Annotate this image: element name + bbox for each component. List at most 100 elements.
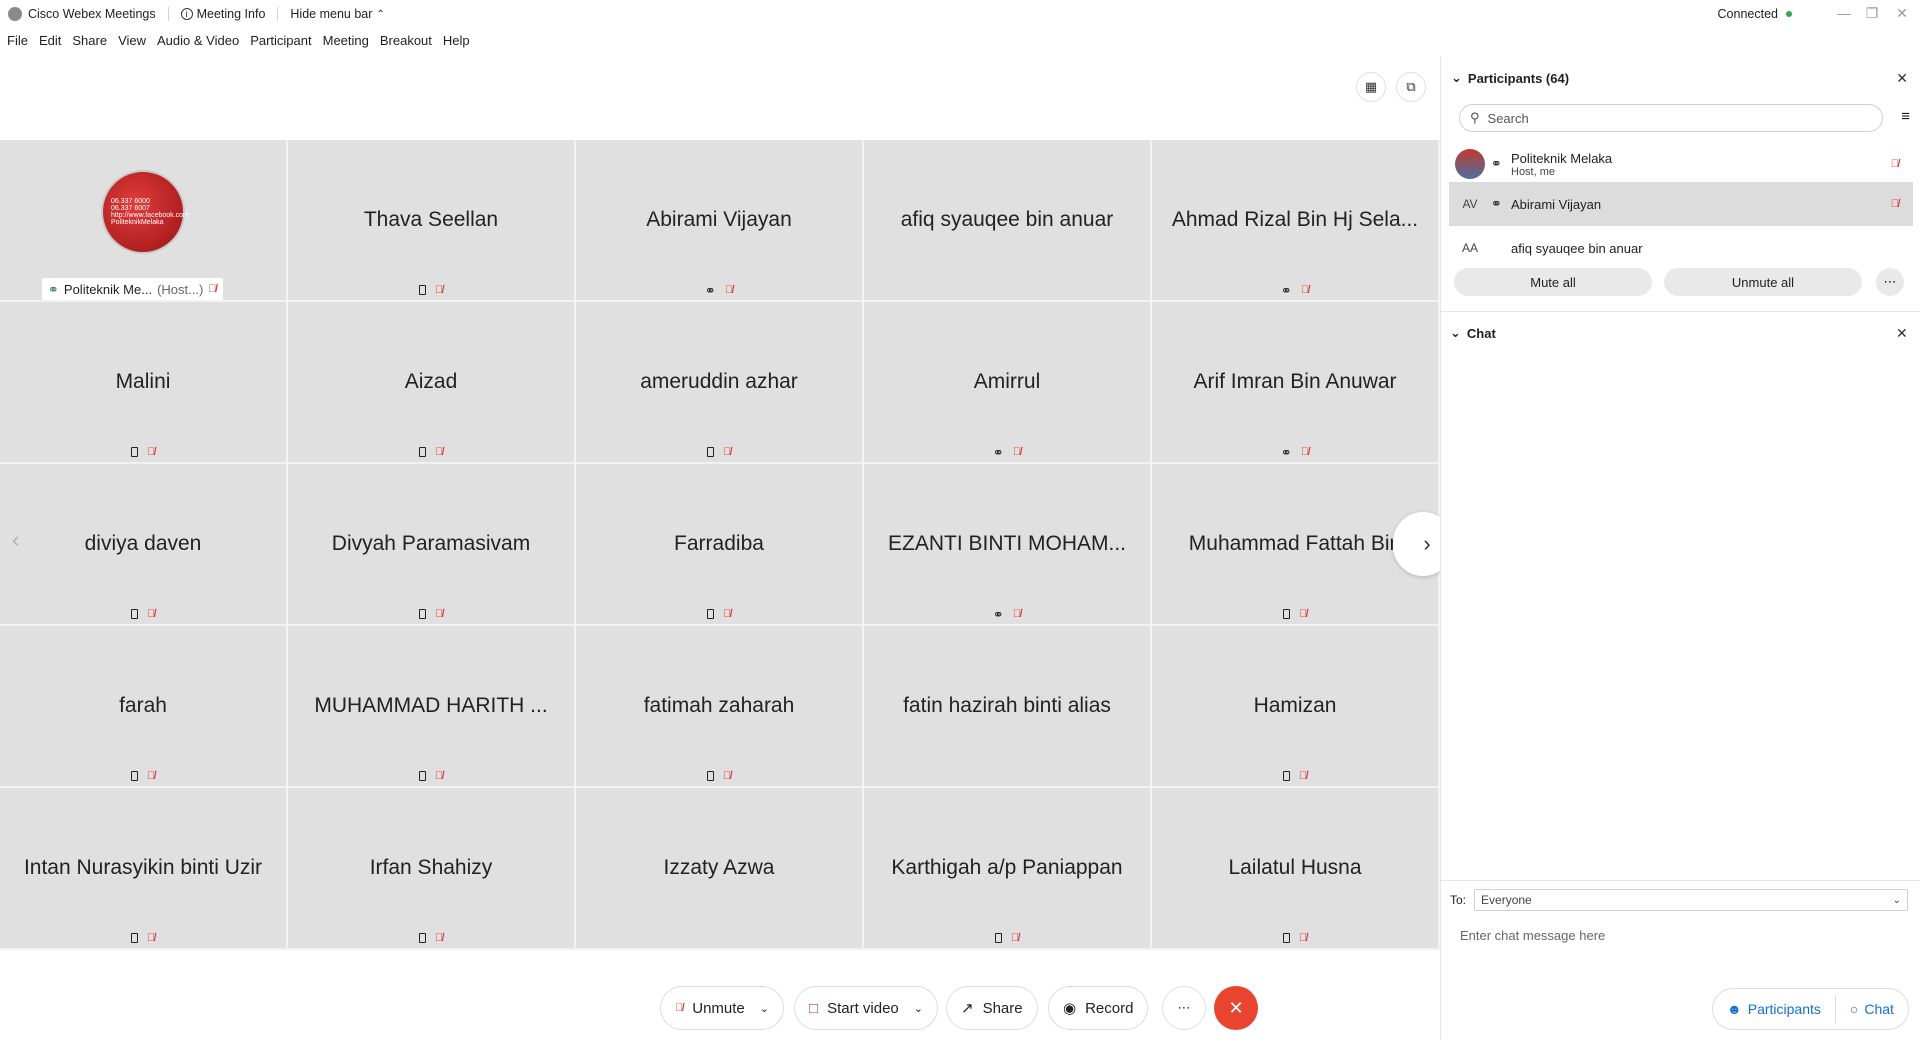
tile-status-icons: ⚭ 🎙̸ <box>864 445 1150 459</box>
phone-icon <box>418 771 426 781</box>
sort-list-button[interactable]: ≡ <box>1901 108 1910 125</box>
chat-header[interactable]: ⌄ Chat <box>1450 325 1496 341</box>
tile-status-icons: ⚭ 🎙̸ <box>1152 283 1438 297</box>
chat-toggle-button[interactable]: ○ Chat <box>1836 1001 1908 1017</box>
menu-breakout[interactable]: Breakout <box>380 33 432 55</box>
chat-message-input[interactable]: Enter chat message here <box>1460 928 1605 943</box>
video-tile[interactable]: Abirami Vijayan ⚭ 🎙̸ <box>576 140 862 300</box>
video-tile[interactable]: Lailatul Husna 🎙̸ <box>1152 788 1438 948</box>
host-avatar-text: http://www.facebook.com <box>111 212 189 219</box>
menu-share[interactable]: Share <box>72 33 107 55</box>
participant-tile-name: Izzaty Azwa <box>663 856 775 879</box>
participant-search-input[interactable]: ⚲ Search <box>1459 104 1883 132</box>
chat-recipient-value: Everyone <box>1481 893 1532 907</box>
close-chat-button[interactable]: ✕ <box>1896 325 1908 342</box>
menu-audio-video[interactable]: Audio & Video <box>157 33 239 55</box>
video-tile[interactable]: Ahmad Rizal Bin Hj Sela... ⚭ 🎙̸ <box>1152 140 1438 300</box>
chat-recipient: To: Everyone ⌄ <box>1450 889 1909 911</box>
popout-view-button[interactable]: ⧉ <box>1396 72 1426 102</box>
host-avatar: 06.337 6000 06.337 6007 http://www.faceboo… <box>101 170 189 254</box>
phone-icon <box>1282 771 1290 781</box>
participant-more-button[interactable]: ⋯ <box>1876 268 1904 296</box>
chevron-down-icon[interactable]: ⌄ <box>760 1002 769 1015</box>
avatar: AV <box>1462 197 1478 211</box>
participants-header[interactable]: ⌄ Participants (64) <box>1451 70 1569 86</box>
title-bar: Cisco Webex Meetings i Meeting Info Hide… <box>0 0 1920 28</box>
phone-icon <box>418 447 426 457</box>
menu-view[interactable]: View <box>118 33 146 55</box>
unmute-button[interactable]: 🎙̸ Unmute ⌄ <box>660 986 784 1030</box>
hide-menu-bar-button[interactable]: Hide menu bar ⌃ <box>290 7 384 21</box>
video-tile[interactable]: EZANTI BINTI MOHAM... ⚭ 🎙̸ <box>864 464 1150 624</box>
host-name-label: ⚭ Politeknik Me... (Host...) 🎙̸ <box>42 278 223 300</box>
video-tile[interactable]: farah 🎙̸ <box>0 626 286 786</box>
chevron-down-icon[interactable]: ⌄ <box>914 1002 923 1015</box>
previous-page-button[interactable]: ‹ <box>12 527 19 553</box>
grid-view-button[interactable]: ▦ <box>1356 72 1386 102</box>
close-participants-button[interactable]: ✕ <box>1896 70 1908 87</box>
participants-toggle-button[interactable]: ☻ Participants <box>1713 1001 1835 1017</box>
video-tile[interactable]: MUHAMMAD HARITH ... 🎙̸ <box>288 626 574 786</box>
meeting-info-button[interactable]: i Meeting Info <box>180 7 265 21</box>
record-icon: ◉ <box>1063 1000 1077 1017</box>
record-button[interactable]: ◉ Record <box>1048 986 1149 1030</box>
muted-mic-icon: 🎙̸ <box>1300 445 1310 458</box>
muted-mic-icon: 🎙̸ <box>1298 607 1308 620</box>
video-tile[interactable]: Irfan Shahizy 🎙̸ <box>288 788 574 948</box>
video-tile[interactable]: Aizad 🎙̸ <box>288 302 574 462</box>
chevron-left-icon: ‹ <box>12 527 20 552</box>
search-placeholder: Search <box>1487 110 1529 126</box>
video-tile[interactable]: Karthigah a/p Paniappan 🎙̸ <box>864 788 1150 948</box>
menu-meeting[interactable]: Meeting <box>323 33 369 55</box>
video-tile[interactable]: fatin hazirah binti alias <box>864 626 1150 786</box>
menu-participant[interactable]: Participant <box>250 33 311 55</box>
unmute-all-button[interactable]: Unmute all <box>1664 268 1862 296</box>
participant-tile-name: fatimah zaharah <box>643 694 795 717</box>
muted-mic-icon[interactable]: 🎙̸ <box>1891 198 1899 210</box>
participant-tile-name: Arif Imran Bin Anuwar <box>1193 370 1397 393</box>
phone-icon <box>418 285 426 295</box>
ellipsis-icon: ⋯ <box>1177 1000 1191 1015</box>
menu-edit[interactable]: Edit <box>39 33 61 55</box>
video-tile[interactable]: diviya daven 🎙̸ <box>0 464 286 624</box>
video-tile[interactable]: Malini 🎙̸ <box>0 302 286 462</box>
video-tile[interactable]: Amirrul ⚭ 🎙̸ <box>864 302 1150 462</box>
video-off-icon: □ <box>809 999 819 1017</box>
panel-toggle-group: ☻ Participants ○ Chat <box>1712 988 1909 1030</box>
tile-status-icons: 🎙̸ <box>288 607 574 621</box>
video-tile[interactable]: afiq syauqee bin anuar <box>864 140 1150 300</box>
menu-file[interactable]: File <box>7 33 28 55</box>
participant-row[interactable]: ⚭ Politeknik Melaka Host, me 🎙̸ <box>1449 142 1913 186</box>
menu-help[interactable]: Help <box>443 33 470 55</box>
chevron-down-icon: ⌄ <box>1892 894 1902 906</box>
muted-mic-icon[interactable]: 🎙̸ <box>1891 158 1899 170</box>
video-tile[interactable]: Intan Nurasyikin binti Uzir 🎙̸ <box>0 788 286 948</box>
participant-tile-name: afiq syauqee bin anuar <box>900 208 1114 231</box>
video-tile[interactable]: Arif Imran Bin Anuwar ⚭ 🎙̸ <box>1152 302 1438 462</box>
start-video-button[interactable]: □ Start video ⌄ <box>794 986 938 1030</box>
participant-row[interactable]: AV ⚭ Abirami Vijayan 🎙̸ <box>1449 182 1913 226</box>
leave-meeting-button[interactable]: ✕ <box>1214 986 1258 1030</box>
video-tile[interactable]: Divyah Paramasivam 🎙̸ <box>288 464 574 624</box>
video-tile[interactable]: fatimah zaharah 🎙̸ <box>576 626 862 786</box>
participant-tile-name: Thava Seellan <box>363 208 499 231</box>
participant-row[interactable]: AA afiq syauqee bin anuar <box>1449 226 1913 270</box>
chat-recipient-select[interactable]: Everyone ⌄ <box>1474 889 1909 911</box>
grid-icon: ▦ <box>1364 79 1378 94</box>
tile-status-icons: 🎙̸ <box>288 445 574 459</box>
participant-tile-name: Farradiba <box>674 532 764 555</box>
share-button[interactable]: ↗ Share <box>946 986 1038 1030</box>
video-tile[interactable]: ameruddin azhar 🎙̸ <box>576 302 862 462</box>
muted-mic-icon: 🎙̸ <box>434 931 444 944</box>
video-tile[interactable]: Thava Seellan 🎙̸ <box>288 140 574 300</box>
muted-mic-icon: 🎙̸ <box>208 282 217 295</box>
mute-all-button[interactable]: Mute all <box>1454 268 1652 296</box>
video-tile-host[interactable]: 06.337 6000 06.337 6007 http://www.faceboo… <box>0 140 286 300</box>
close-window-button[interactable]: ✕ <box>1884 0 1920 26</box>
video-tile[interactable]: Farradiba 🎙̸ <box>576 464 862 624</box>
tile-status-icons: 🎙̸ <box>576 607 862 621</box>
video-tile[interactable]: Izzaty Azwa <box>576 788 862 948</box>
host-avatar-text: 06.337 6000 <box>111 198 150 205</box>
more-options-button[interactable]: ⋯ <box>1162 986 1206 1030</box>
video-tile[interactable]: Hamizan 🎙̸ <box>1152 626 1438 786</box>
